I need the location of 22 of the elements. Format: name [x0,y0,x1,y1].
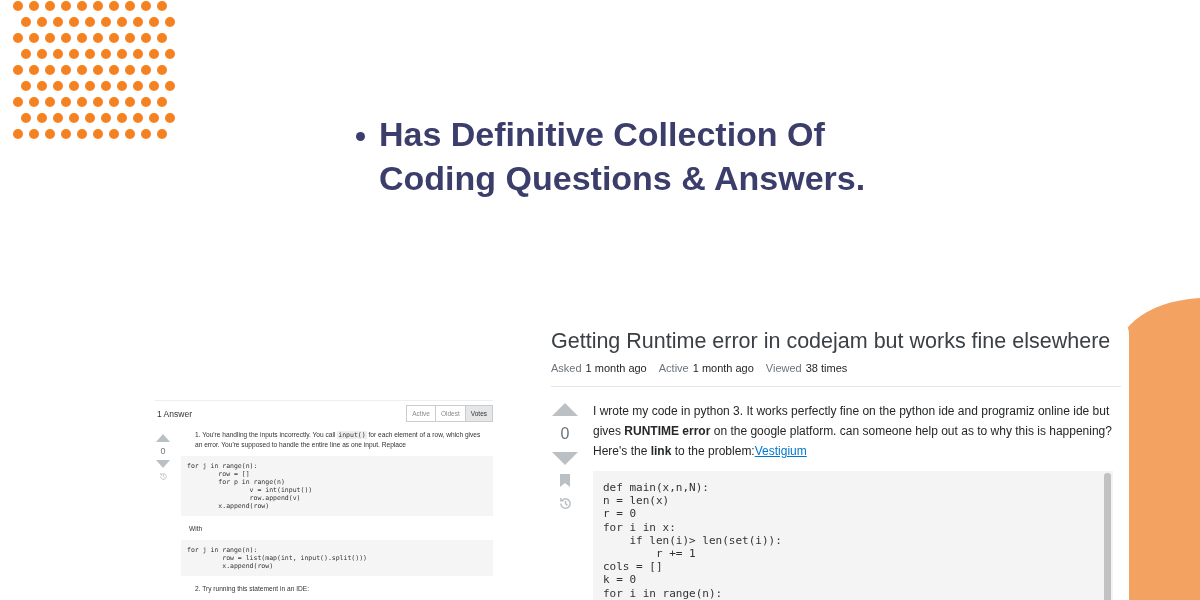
downvote-icon[interactable] [156,460,170,468]
code-block: def main(x,n,N): n = len(x) r = 0 for i in x: if len(i)> len(set(i)): r += 1 cols = [] k = 0 for i in range(n): [593,471,1113,600]
meta-value: 38 times [805,362,848,374]
answer-count: 1 Answer [157,408,192,419]
meta-label: Asked [551,362,582,374]
headline: Has Definitive Collection Of Coding Questions & Answers. [379,114,867,199]
vote-count: 0 [560,425,570,443]
meta-value: 1 month ago [692,362,754,374]
history-icon[interactable] [158,472,168,481]
upvote-icon[interactable] [552,403,578,416]
question-title: Getting Runtime error in codejam but works fine elsewhere [551,328,1112,354]
history-icon[interactable] [557,496,573,511]
bullet-icon [356,132,365,141]
downvote-icon[interactable] [552,452,578,465]
problem-link[interactable]: Vestigium [754,444,807,458]
upvote-icon[interactable] [156,434,170,442]
meta-value: 1 month ago [585,362,647,374]
bookmark-icon[interactable] [560,474,570,487]
question-text: I wrote my code in python 3. It works perfectly fine on the python ide and programiz online ide but gives RUNTIME error on the google platform. can someone help out as to why this is happening? Here's the link to the problem:Vestigium [593,403,1113,460]
meta-label: Active [658,362,689,374]
meta-label: Viewed [765,362,802,374]
vote-count: 0 [160,446,166,456]
